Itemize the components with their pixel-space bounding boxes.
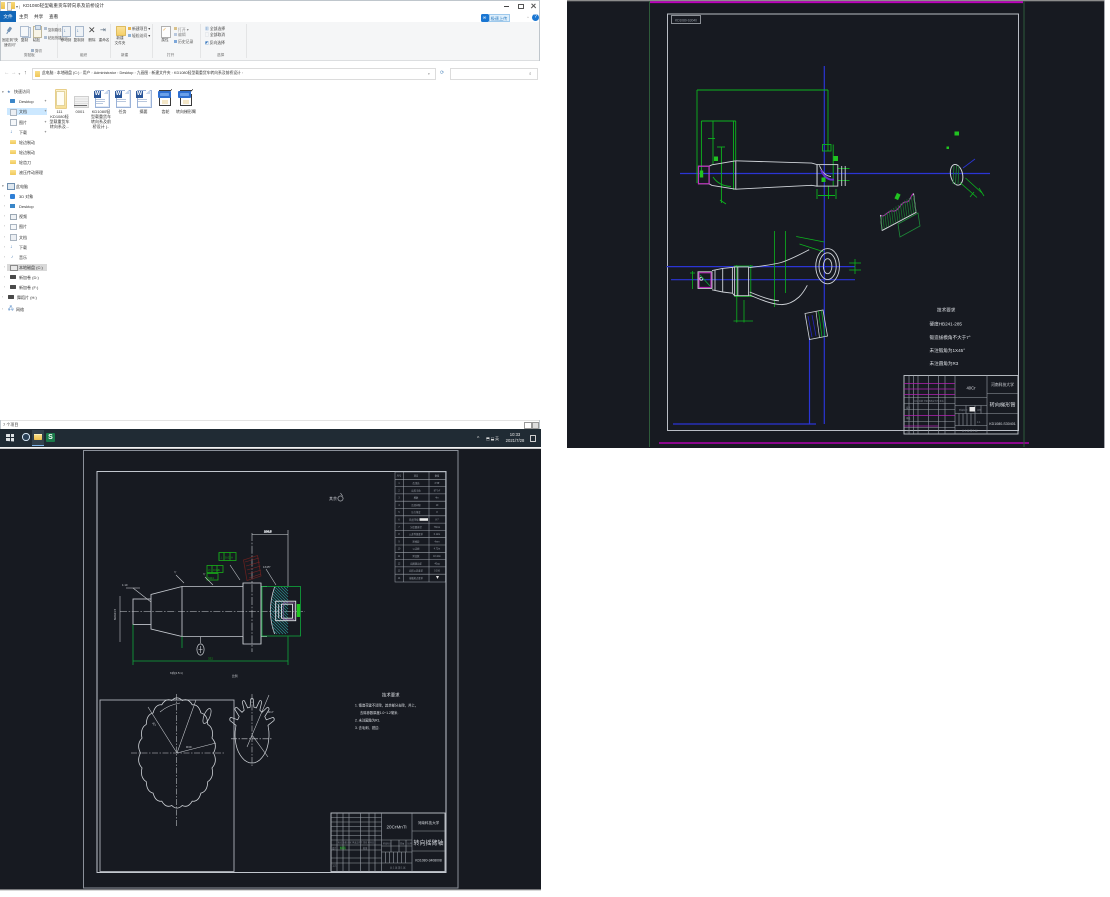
svg-text:比例: 比例	[232, 674, 238, 678]
svg-text:M24: M24	[208, 576, 214, 580]
svg-text:硬度HB241-285: 硬度HB241-285	[930, 321, 963, 328]
svg-text:未注圆角为R3: 未注圆角为R3	[930, 360, 959, 367]
svg-text:去除参数厚度1.0~1.2毫米.: 去除参数厚度1.0~1.2毫米.	[360, 710, 398, 715]
svg-text:K向(2.5:1): K向(2.5:1)	[170, 671, 183, 675]
svg-text:KD1080-S3040: KD1080-S3040	[675, 18, 697, 22]
svg-text:40Cr: 40Cr	[966, 386, 976, 391]
svg-text:河南科技大学: 河南科技大学	[991, 382, 1014, 387]
svg-text:共 1 张 第 1 张: 共 1 张 第 1 张	[390, 865, 406, 869]
svg-text:0.016: 0.016	[434, 571, 440, 573]
svg-text:其余: 其余	[329, 495, 337, 501]
svg-text:技术要求: 技术要求	[937, 307, 956, 314]
svg-text:78mm: 78mm	[434, 527, 440, 529]
svg-text:转向摇臂轴: 转向摇臂轴	[413, 839, 443, 847]
svg-text:A: A	[218, 568, 220, 572]
svg-text:3. 去毛刺、锐边.: 3. 去毛刺、锐边.	[355, 725, 379, 730]
svg-text:河南科技大学: 河南科技大学	[418, 820, 440, 825]
svg-text:1:10: 1:10	[122, 583, 128, 587]
svg-text:◎: ◎	[208, 568, 211, 572]
svg-text:106.5: 106.5	[264, 530, 272, 534]
svg-text:4mm: 4mm	[434, 541, 439, 543]
svg-text:0.12m: 0.12m	[434, 534, 440, 536]
svg-text:技术要求: 技术要求	[382, 691, 400, 698]
svg-text:87°14': 87°14'	[434, 490, 441, 492]
svg-text:4m: 4m	[435, 498, 438, 500]
svg-text:1. 锻造花键不清除，其余部分去除，并上，: 1. 锻造花键不清除，其余部分去除，并上，	[355, 703, 418, 708]
svg-text:4.72m: 4.72m	[434, 549, 440, 551]
svg-text:⊥: ⊥	[220, 556, 223, 560]
svg-text:锻造拔模角不大于7°: 锻造拔模角不大于7°	[930, 334, 971, 341]
svg-text:40ug: 40ug	[434, 563, 440, 565]
svg-text:20CrMnTi: 20CrMnTi	[387, 825, 407, 830]
svg-text:332: 332	[208, 657, 213, 661]
svg-text:18.42m: 18.42m	[433, 556, 441, 558]
svg-text:转向梯形臂: 转向梯形臂	[990, 401, 1016, 409]
svg-text:未注锻角为1X45°: 未注锻角为1X45°	[930, 347, 966, 354]
svg-text:M24X1.5: M24X1.5	[113, 608, 117, 620]
svg-text:2. 未注圆角为R1.: 2. 未注圆角为R1.	[355, 718, 380, 723]
svg-text:1X45°: 1X45°	[263, 565, 271, 569]
svg-text:KD1080-3408008: KD1080-3408008	[415, 859, 442, 863]
svg-text:共 1 张 第 1 张: 共 1 张 第 1 张	[962, 428, 978, 432]
svg-text:R39: R39	[186, 745, 192, 749]
svg-text:KD1080-S30401: KD1080-S30401	[989, 422, 1016, 426]
svg-text:A: A	[231, 556, 233, 560]
svg-text:精铸: 精铸	[340, 845, 346, 850]
svg-text:R17: R17	[268, 710, 274, 714]
svg-text:4°38': 4°38'	[434, 483, 440, 485]
